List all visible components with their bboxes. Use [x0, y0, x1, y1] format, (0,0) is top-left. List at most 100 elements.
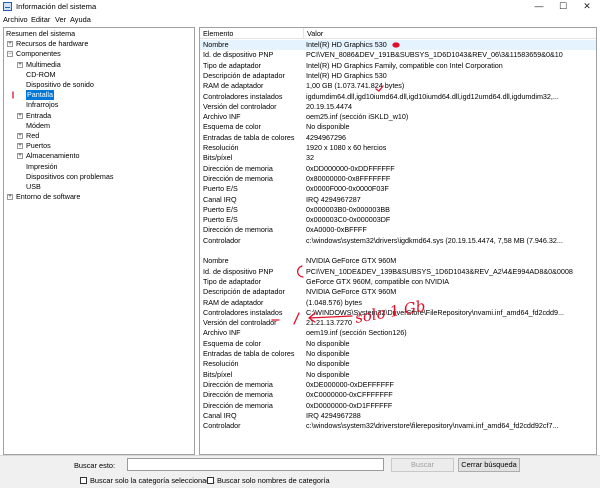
- menu-archivo[interactable]: Archivo: [3, 15, 28, 24]
- detail-row[interactable]: Nombre Intel(R) HD Graphics 530: [200, 40, 596, 51]
- detail-row[interactable]: Dirección de memoria 0xDD000000-0xDDFFFFF…: [200, 163, 596, 174]
- title-bar: Información del sistema — ☐ ✕: [0, 0, 600, 14]
- detail-row[interactable]: Resolución 1920 x 1080 x 60 hercios: [200, 143, 596, 153]
- row-item: Controlador: [203, 421, 241, 431]
- row-item: Versión del controlador: [203, 318, 277, 328]
- details-list[interactable]: Elemento Valor Nombre Intel(R) HD Graphic…: [199, 27, 597, 455]
- collapse-icon[interactable]: −: [7, 51, 13, 58]
- detail-row[interactable]: Id. de dispositivo PNP PCI\VEN_10DE&DEV_1…: [200, 267, 596, 277]
- tree-item-label: CD-ROM: [26, 69, 56, 79]
- row-value: No disponible: [306, 122, 350, 132]
- category-tree[interactable]: Resumen del sistema + Recursos de hardware…: [3, 27, 195, 455]
- detail-row[interactable]: Tipo de adaptador Intel(R) HD Graphics Fa…: [200, 61, 596, 71]
- row-item: RAM de adaptador: [203, 297, 264, 307]
- row-value: IRQ 4294967287: [306, 194, 361, 204]
- row-value: 20.19.15.4474: [306, 101, 352, 111]
- close-button[interactable]: ✕: [576, 0, 598, 14]
- expand-icon[interactable]: +: [17, 61, 23, 68]
- detail-row[interactable]: Nombre NVIDIA GeForce GTX 960M: [200, 256, 596, 266]
- tree-item-label: Entrada: [26, 110, 52, 120]
- row-item: Bits/píxel: [203, 369, 233, 379]
- row-value: No disponible: [306, 359, 350, 369]
- detail-row[interactable]: Dirección de memoria 0xA0000-0xBFFFF: [200, 225, 596, 235]
- row-item: Controlador: [203, 235, 241, 245]
- row-value: 0xC0000000-0xCFFFFFFF: [306, 390, 393, 400]
- row-value: oem19.inf (sección Section126): [306, 328, 407, 338]
- detail-row[interactable]: Tipo de adaptador GeForce GTX 960M, compa…: [200, 276, 596, 287]
- expand-icon[interactable]: +: [17, 112, 23, 119]
- detail-row[interactable]: Dirección de memoria 0xDE000000-0xDEFFFFF…: [200, 379, 596, 390]
- detail-row[interactable]: Canal IRQ IRQ 4294967288: [200, 411, 596, 421]
- detail-row[interactable]: Dirección de memoria 0xD0000000-0xD1FFFFF…: [200, 400, 596, 411]
- row-item: Esquema de color: [203, 338, 261, 348]
- row-item: Archivo INF: [203, 328, 241, 338]
- search-label: Buscar esto:: [74, 461, 116, 470]
- detail-row[interactable]: Dirección de memoria 0x80000000-0x8FFFFFF…: [200, 173, 596, 184]
- tree-item-label: Módem: [26, 120, 50, 130]
- row-item: Nombre: [203, 256, 229, 266]
- detail-row[interactable]: Descripción de adaptador Intel(R) HD Grap…: [200, 71, 596, 81]
- detail-row[interactable]: Puerto E/S 0x000003B0-0x000003BB: [200, 205, 596, 215]
- detail-row[interactable]: Controladores instalados C:\WINDOWS\Syste…: [200, 308, 596, 318]
- column-header-item[interactable]: Elemento: [200, 28, 304, 39]
- detail-row[interactable]: Entradas de tabla de colores 4294967296: [200, 133, 596, 143]
- detail-row[interactable]: Descripción de adaptador NVIDIA GeForce G…: [200, 287, 596, 297]
- column-header-value[interactable]: Valor: [304, 28, 596, 39]
- row-item: Bits/píxel: [203, 153, 233, 163]
- checkbox-box[interactable]: [207, 477, 214, 484]
- detail-row[interactable]: Archivo INF oem19.inf (sección Section126…: [200, 328, 596, 338]
- row-value: PCI\VEN_8086&DEV_191B&SUBSYS_1D6D1043&RE…: [306, 50, 563, 60]
- row-item: Dirección de memoria: [203, 163, 273, 173]
- detail-row[interactable]: Puerto E/S 0x0000F000-0x0000F03F: [200, 184, 596, 194]
- detail-row[interactable]: Versión del controlador 20.19.15.4474: [200, 101, 596, 112]
- detail-row[interactable]: Controlador c:\windows\system32\drivers\i…: [200, 235, 596, 246]
- tree-item-label: USB: [26, 182, 41, 191]
- row-value: No disponible: [306, 369, 350, 379]
- detail-row[interactable]: Archivo INF oem25.inf (sección iSKLD_w10): [200, 112, 596, 122]
- row-value: GeForce GTX 960M, compatible con NVIDIA: [306, 276, 450, 286]
- checkbox-box[interactable]: [80, 477, 87, 484]
- row-value: c:\windows\system32\driverstore\filerepo…: [306, 421, 559, 431]
- row-item: Dirección de memoria: [203, 400, 273, 410]
- row-value: NVIDIA GeForce GTX 960M: [306, 256, 397, 266]
- detail-row[interactable]: Resolución No disponible: [200, 359, 596, 369]
- detail-row[interactable]: Bits/píxel No disponible: [200, 369, 596, 380]
- row-item: Puerto E/S: [203, 215, 238, 225]
- maximize-button[interactable]: ☐: [552, 0, 574, 14]
- tree-item-label: Infrarrojos: [26, 100, 59, 110]
- row-value: 0x000003C0-0x000003DF: [306, 215, 391, 225]
- tree-item-label: Dispositivos con problemas: [26, 171, 114, 181]
- minimize-button[interactable]: —: [528, 0, 550, 14]
- detail-row[interactable]: Controlador c:\windows\system32\driversto…: [200, 421, 596, 431]
- detail-row[interactable]: Esquema de color No disponible: [200, 338, 596, 349]
- menu-editar[interactable]: Editar: [31, 15, 50, 24]
- detail-row[interactable]: RAM de adaptador 1,00 GB (1.073.741.824 b…: [200, 81, 596, 91]
- row-value: 32: [306, 153, 314, 163]
- detail-row[interactable]: Id. de dispositivo PNP PCI\VEN_8086&DEV_1…: [200, 50, 596, 60]
- menu-ver[interactable]: Ver: [55, 15, 66, 24]
- expand-icon[interactable]: +: [7, 41, 13, 48]
- detail-row[interactable]: Bits/píxel 32: [200, 153, 596, 163]
- row-value: 0xDE000000-0xDEFFFFFF: [306, 379, 394, 389]
- search-input[interactable]: [127, 458, 384, 471]
- detail-row[interactable]: Versión del controlador 21.21.13.7270: [200, 318, 596, 328]
- detail-row[interactable]: [200, 246, 596, 256]
- detail-row[interactable]: Canal IRQ IRQ 4294967287: [200, 194, 596, 205]
- expand-icon[interactable]: +: [7, 194, 13, 201]
- detail-row[interactable]: Dirección de memoria 0xC0000000-0xCFFFFFF…: [200, 390, 596, 400]
- detail-row[interactable]: Entradas de tabla de colores No disponibl…: [200, 349, 596, 359]
- row-item: Dirección de memoria: [203, 173, 273, 183]
- find-button[interactable]: Buscar: [391, 458, 454, 472]
- menu-ayuda[interactable]: Ayuda: [70, 15, 91, 24]
- row-value: No disponible: [306, 338, 350, 348]
- detail-row[interactable]: Controladores instalados igdumdim64.dll,i…: [200, 92, 596, 102]
- expand-icon[interactable]: +: [17, 153, 23, 160]
- checkbox-label: Buscar solo nombres de categoría: [217, 476, 330, 485]
- expand-icon[interactable]: +: [17, 133, 23, 139]
- close-search-button[interactable]: Cerrar búsqueda: [458, 458, 520, 472]
- detail-row[interactable]: RAM de adaptador (1.048.576) bytes: [200, 297, 596, 308]
- row-item: Tipo de adaptador: [203, 276, 262, 286]
- detail-row[interactable]: Puerto E/S 0x000003C0-0x000003DF: [200, 215, 596, 225]
- expand-icon[interactable]: +: [17, 143, 23, 150]
- detail-row[interactable]: Esquema de color No disponible: [200, 122, 596, 132]
